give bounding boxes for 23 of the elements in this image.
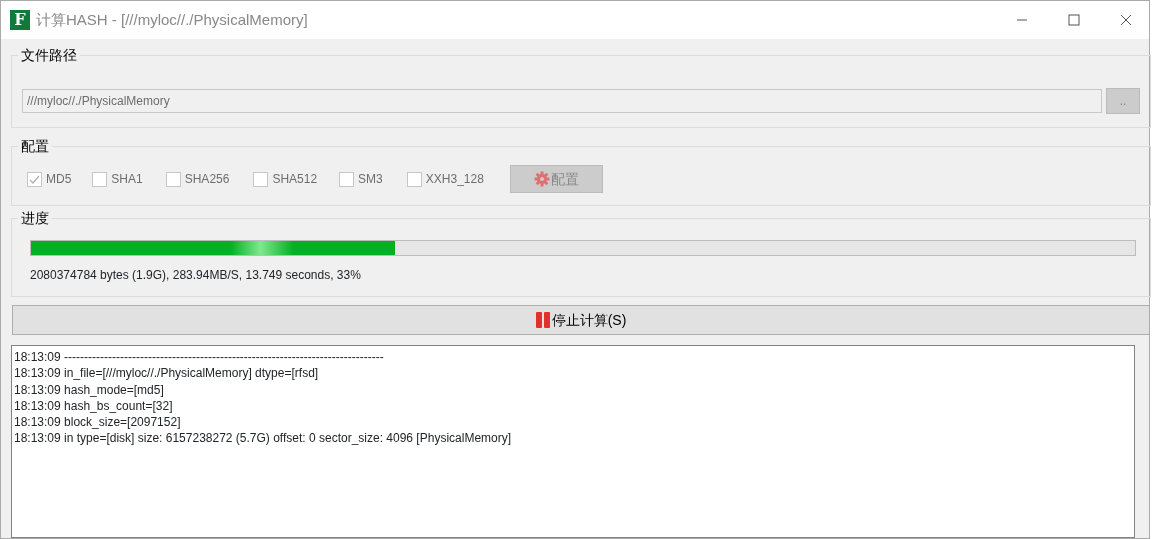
gear-icon xyxy=(533,171,550,187)
app-logo-icon: F xyxy=(10,10,30,30)
checkbox-label: MD5 xyxy=(46,171,72,188)
stop-button[interactable]: 停止计算(S) xyxy=(12,305,1150,335)
progress-status: 2080374784 bytes (1.9G), 283.94MB/S, 13.749 seconds, 33% xyxy=(30,267,362,284)
group-title: 文件路径 xyxy=(18,45,80,65)
close-icon xyxy=(1120,14,1132,26)
log-line: 18:13:09 -------------------------------------------------------------------------------- xyxy=(14,349,385,366)
log-line: 18:13:09 hash_mode=[md5] xyxy=(14,381,165,398)
checkbox-label: XXH3_128 xyxy=(425,171,484,188)
group-title: 配置 xyxy=(18,136,52,156)
log-line: 18:13:09 in type=[disk] size: 6157238272 (5.7G) offset: 0 sector_size: 4096 [PhysicalMemory] xyxy=(14,430,513,447)
checkbox-label: SHA256 xyxy=(184,171,230,188)
checkbox-label: SHA1 xyxy=(111,171,143,188)
log-line: 18:13:09 in_file=[///myloc//./PhysicalMemory] dtype=[rfsd] xyxy=(14,365,320,382)
checkbox-label: SHA512 xyxy=(272,171,318,188)
pause-icon xyxy=(535,312,550,328)
group-title: 进度 xyxy=(18,208,52,228)
log-line: 18:13:09 block_size=[2097152] xyxy=(14,414,182,431)
window-title: 计算HASH - [///myloc//./PhysicalMemory] xyxy=(36,9,308,30)
maximize-icon xyxy=(1068,14,1080,26)
log-line: 18:13:09 hash_bs_count=[32] xyxy=(14,397,174,415)
checkbox-label: SM3 xyxy=(358,171,383,188)
